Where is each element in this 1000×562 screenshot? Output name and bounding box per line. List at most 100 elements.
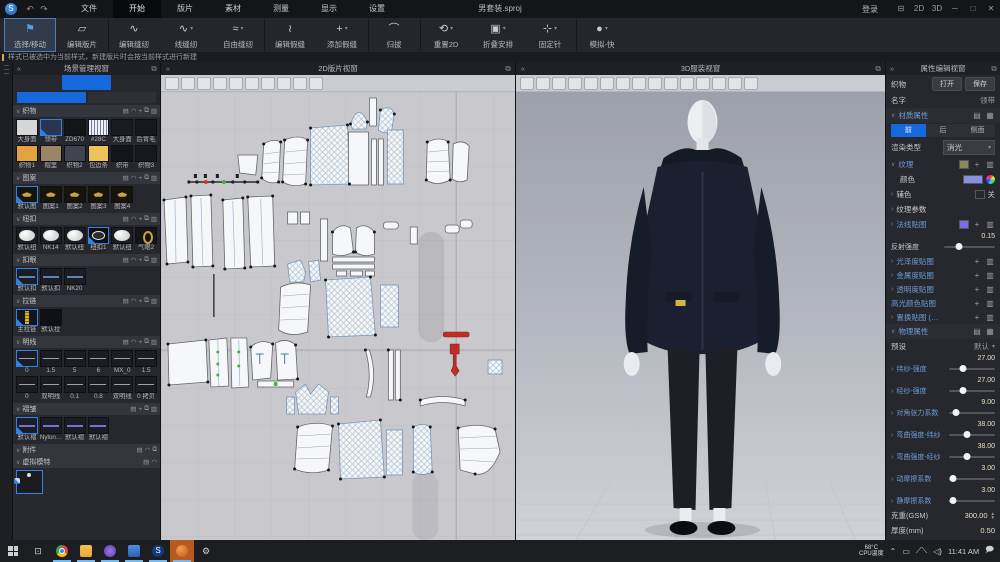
redo-icon[interactable]: ↷ (37, 4, 51, 15)
delete-icon[interactable]: ▥ (985, 313, 995, 322)
task-view-button[interactable]: ⊡ (26, 540, 50, 562)
collapse-icon[interactable]: ∨ (891, 161, 895, 168)
thickness-value[interactable]: 0.50 (980, 526, 995, 535)
save-button[interactable]: 保存 (965, 77, 995, 91)
pattern-canvas[interactable] (161, 92, 515, 540)
topstitch-swatch[interactable]: 0 (16, 376, 38, 401)
cloud-icon[interactable]: ◠ (131, 174, 137, 182)
chevron-down-icon[interactable]: ▾ (503, 25, 506, 32)
buttonhole-swatch[interactable]: 默认扣 (16, 268, 38, 293)
topstitch-swatch[interactable]: 0 (16, 350, 38, 375)
taskbar-chrome-icon[interactable] (50, 540, 74, 562)
delete-icon[interactable]: ▥ (985, 285, 995, 294)
hidden-icons-chevron[interactable]: ⌃ (890, 547, 897, 556)
pleat-swatch[interactable]: Nylon… (40, 417, 62, 442)
folder-icon[interactable]: ▤ (123, 215, 129, 223)
taskbar-active-app-icon[interactable] (170, 540, 194, 562)
slider-handle[interactable] (950, 475, 957, 482)
folder-icon[interactable]: ▤ (123, 174, 129, 182)
ribbon-tool-button[interactable]: ▱ 编辑版片 (56, 18, 108, 52)
taskbar-style3d-icon[interactable]: S (146, 540, 170, 562)
popout-icon[interactable]: ⧉ (988, 64, 1000, 74)
popout-icon[interactable]: ⧉ (148, 64, 160, 74)
weight-value[interactable]: 300.00 (965, 511, 988, 520)
topstitch-swatch[interactable]: 双明线 (40, 376, 62, 401)
avatar-section-header[interactable]: ∨ 虚拟模特 ▤◠ (13, 456, 160, 468)
slider-track[interactable] (949, 456, 995, 458)
topstitch-swatch[interactable]: 1.5 (135, 350, 157, 375)
zipper-section-header[interactable]: ∨ 拉链 ▤◠+⧉▥ (13, 295, 160, 307)
ribbon-tool-button[interactable]: ⚑ 选择/移动 (4, 18, 56, 52)
ribbon-tool-button[interactable]: ⌒ 归拔 (368, 18, 420, 52)
copy-icon[interactable]: ⧉ (152, 446, 157, 454)
ribbon-tool-button[interactable]: ● ▾ 模拟-快 (576, 18, 628, 52)
fabric-swatch[interactable]: 织物3 (135, 145, 157, 170)
folder-icon[interactable]: ▤ (123, 297, 129, 305)
view-2d-tool-icon[interactable] (181, 77, 195, 90)
collapse-icon[interactable]: ∨ (891, 112, 895, 119)
fabric-swatch[interactable]: 织物2 (64, 145, 86, 170)
slider-track[interactable] (949, 500, 995, 502)
taskbar-app-purple-icon[interactable] (98, 540, 122, 562)
start-button[interactable] (0, 540, 26, 562)
menu-measure[interactable]: 测量 (257, 0, 305, 18)
cloud-icon[interactable]: ◠ (145, 446, 151, 454)
view-2d-tool-icon[interactable] (165, 77, 179, 90)
collapse-panel-icon[interactable]: « (516, 64, 530, 73)
scene-tab[interactable] (111, 75, 160, 90)
ribbon-tool-button[interactable]: ∿ 编辑缝纫 (108, 18, 160, 52)
folder-icon[interactable]: ▤ (123, 107, 129, 115)
view-2d-tool-icon[interactable] (213, 77, 227, 90)
layout-2d-button[interactable]: 2D (910, 0, 928, 18)
ribbon-tool-button[interactable]: ⟲ ▾ 重置2D (420, 18, 472, 52)
add-icon[interactable]: + (972, 285, 982, 294)
topstitch-swatch[interactable]: 6 (88, 350, 110, 375)
zipper-swatch[interactable]: 默认拉 (40, 309, 62, 334)
fabric-swatch[interactable]: 包边条 (88, 145, 110, 170)
view-3d-tool-icon[interactable] (552, 77, 566, 90)
color-swatch[interactable] (963, 175, 983, 184)
folder-icon[interactable]: ▤ (130, 405, 136, 413)
collapse-icon[interactable]: ∨ (16, 257, 20, 264)
scene-tab[interactable] (62, 75, 111, 90)
folder-icon[interactable]: ▤ (972, 111, 982, 120)
face-tab-front[interactable]: 前 (891, 124, 926, 137)
pleat-swatch[interactable]: 默认褶 (16, 417, 38, 442)
notification-icon[interactable]: 🗩 (985, 544, 994, 558)
view-2d-tool-icon[interactable] (277, 77, 291, 90)
volume-icon[interactable]: ◁) (933, 547, 942, 556)
delete-icon[interactable]: ▥ (151, 338, 157, 346)
layout-icon[interactable]: ⊟ (892, 0, 910, 18)
chevron-down-icon[interactable]: ▾ (190, 25, 193, 32)
avatar-thumbnail[interactable] (16, 470, 43, 494)
expand-icon[interactable]: › (891, 498, 893, 505)
collapse-icon[interactable]: ∨ (16, 175, 20, 182)
collapsed-panel-strip[interactable] (0, 62, 13, 540)
buttonhole-swatch[interactable]: NK20 (64, 268, 86, 293)
fabric-swatch[interactable]: 后背毛 (135, 119, 157, 144)
slider-handle[interactable] (963, 453, 970, 460)
render-type-select[interactable]: 消光 ▾ (943, 140, 995, 155)
view-3d-tool-icon[interactable] (616, 77, 630, 90)
menu-display[interactable]: 显示 (305, 0, 353, 18)
delete-icon[interactable]: ▥ (985, 257, 995, 266)
collapse-panel-icon[interactable]: » (886, 64, 898, 73)
collapse-icon[interactable]: ∨ (16, 447, 20, 454)
close-button[interactable]: ✕ (982, 0, 1000, 18)
copy-icon[interactable]: ⧉ (144, 338, 149, 346)
view-3d-tool-icon[interactable] (536, 77, 550, 90)
copy-icon[interactable]: ⧉ (144, 215, 149, 223)
view-2d-tool-icon[interactable] (309, 77, 323, 90)
add-icon[interactable]: + (138, 339, 142, 346)
copy-icon[interactable]: ⧉ (144, 297, 149, 305)
texture-swatch[interactable] (959, 160, 969, 169)
slider-track[interactable] (949, 478, 995, 480)
button-section-header[interactable]: ∨ 纽扣 ▤◠+⧉▥ (13, 213, 160, 225)
menu-settings[interactable]: 设置 (353, 0, 401, 18)
copy-icon[interactable]: ⧉ (144, 256, 149, 264)
network-icon[interactable]: ⟋⟍ (916, 546, 927, 556)
popout-icon[interactable]: ⧉ (871, 64, 885, 74)
expand-icon[interactable]: › (891, 258, 893, 265)
pleat-swatch[interactable]: 默认褶 (64, 417, 86, 442)
ribbon-tool-button[interactable]: ⊹ ▾ 固定针 (524, 18, 576, 52)
